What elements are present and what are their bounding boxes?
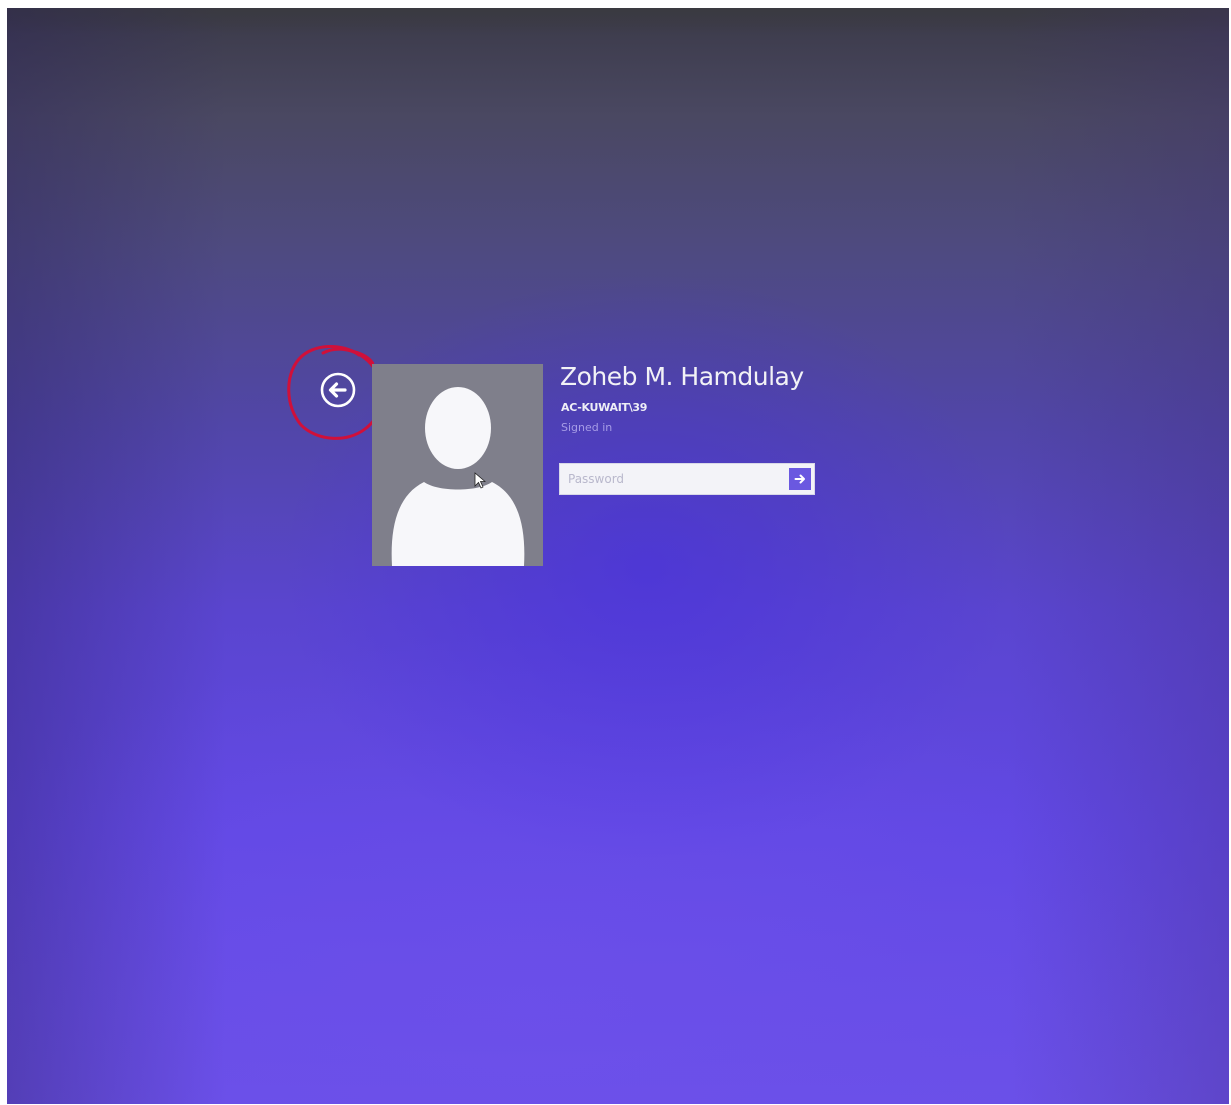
password-input[interactable] [560,464,784,494]
submit-button[interactable] [789,468,811,490]
user-status: Signed in [561,421,613,434]
arrow-right-icon [794,474,805,484]
back-arrow-circle-icon [320,372,356,408]
avatar [372,364,543,566]
screen-vignette [7,8,1229,1104]
back-button[interactable] [316,368,360,412]
monitor-top-edge [7,8,1229,34]
lock-screen [7,8,1229,1104]
photo-frame: Zoheb M. Hamdulay AC-KUWAIT\39 Signed in [0,0,1231,1105]
user-silhouette-icon [372,364,543,566]
user-display-name: Zoheb M. Hamdulay [560,362,804,391]
password-box [559,463,815,495]
user-account: AC-KUWAIT\39 [561,401,648,414]
